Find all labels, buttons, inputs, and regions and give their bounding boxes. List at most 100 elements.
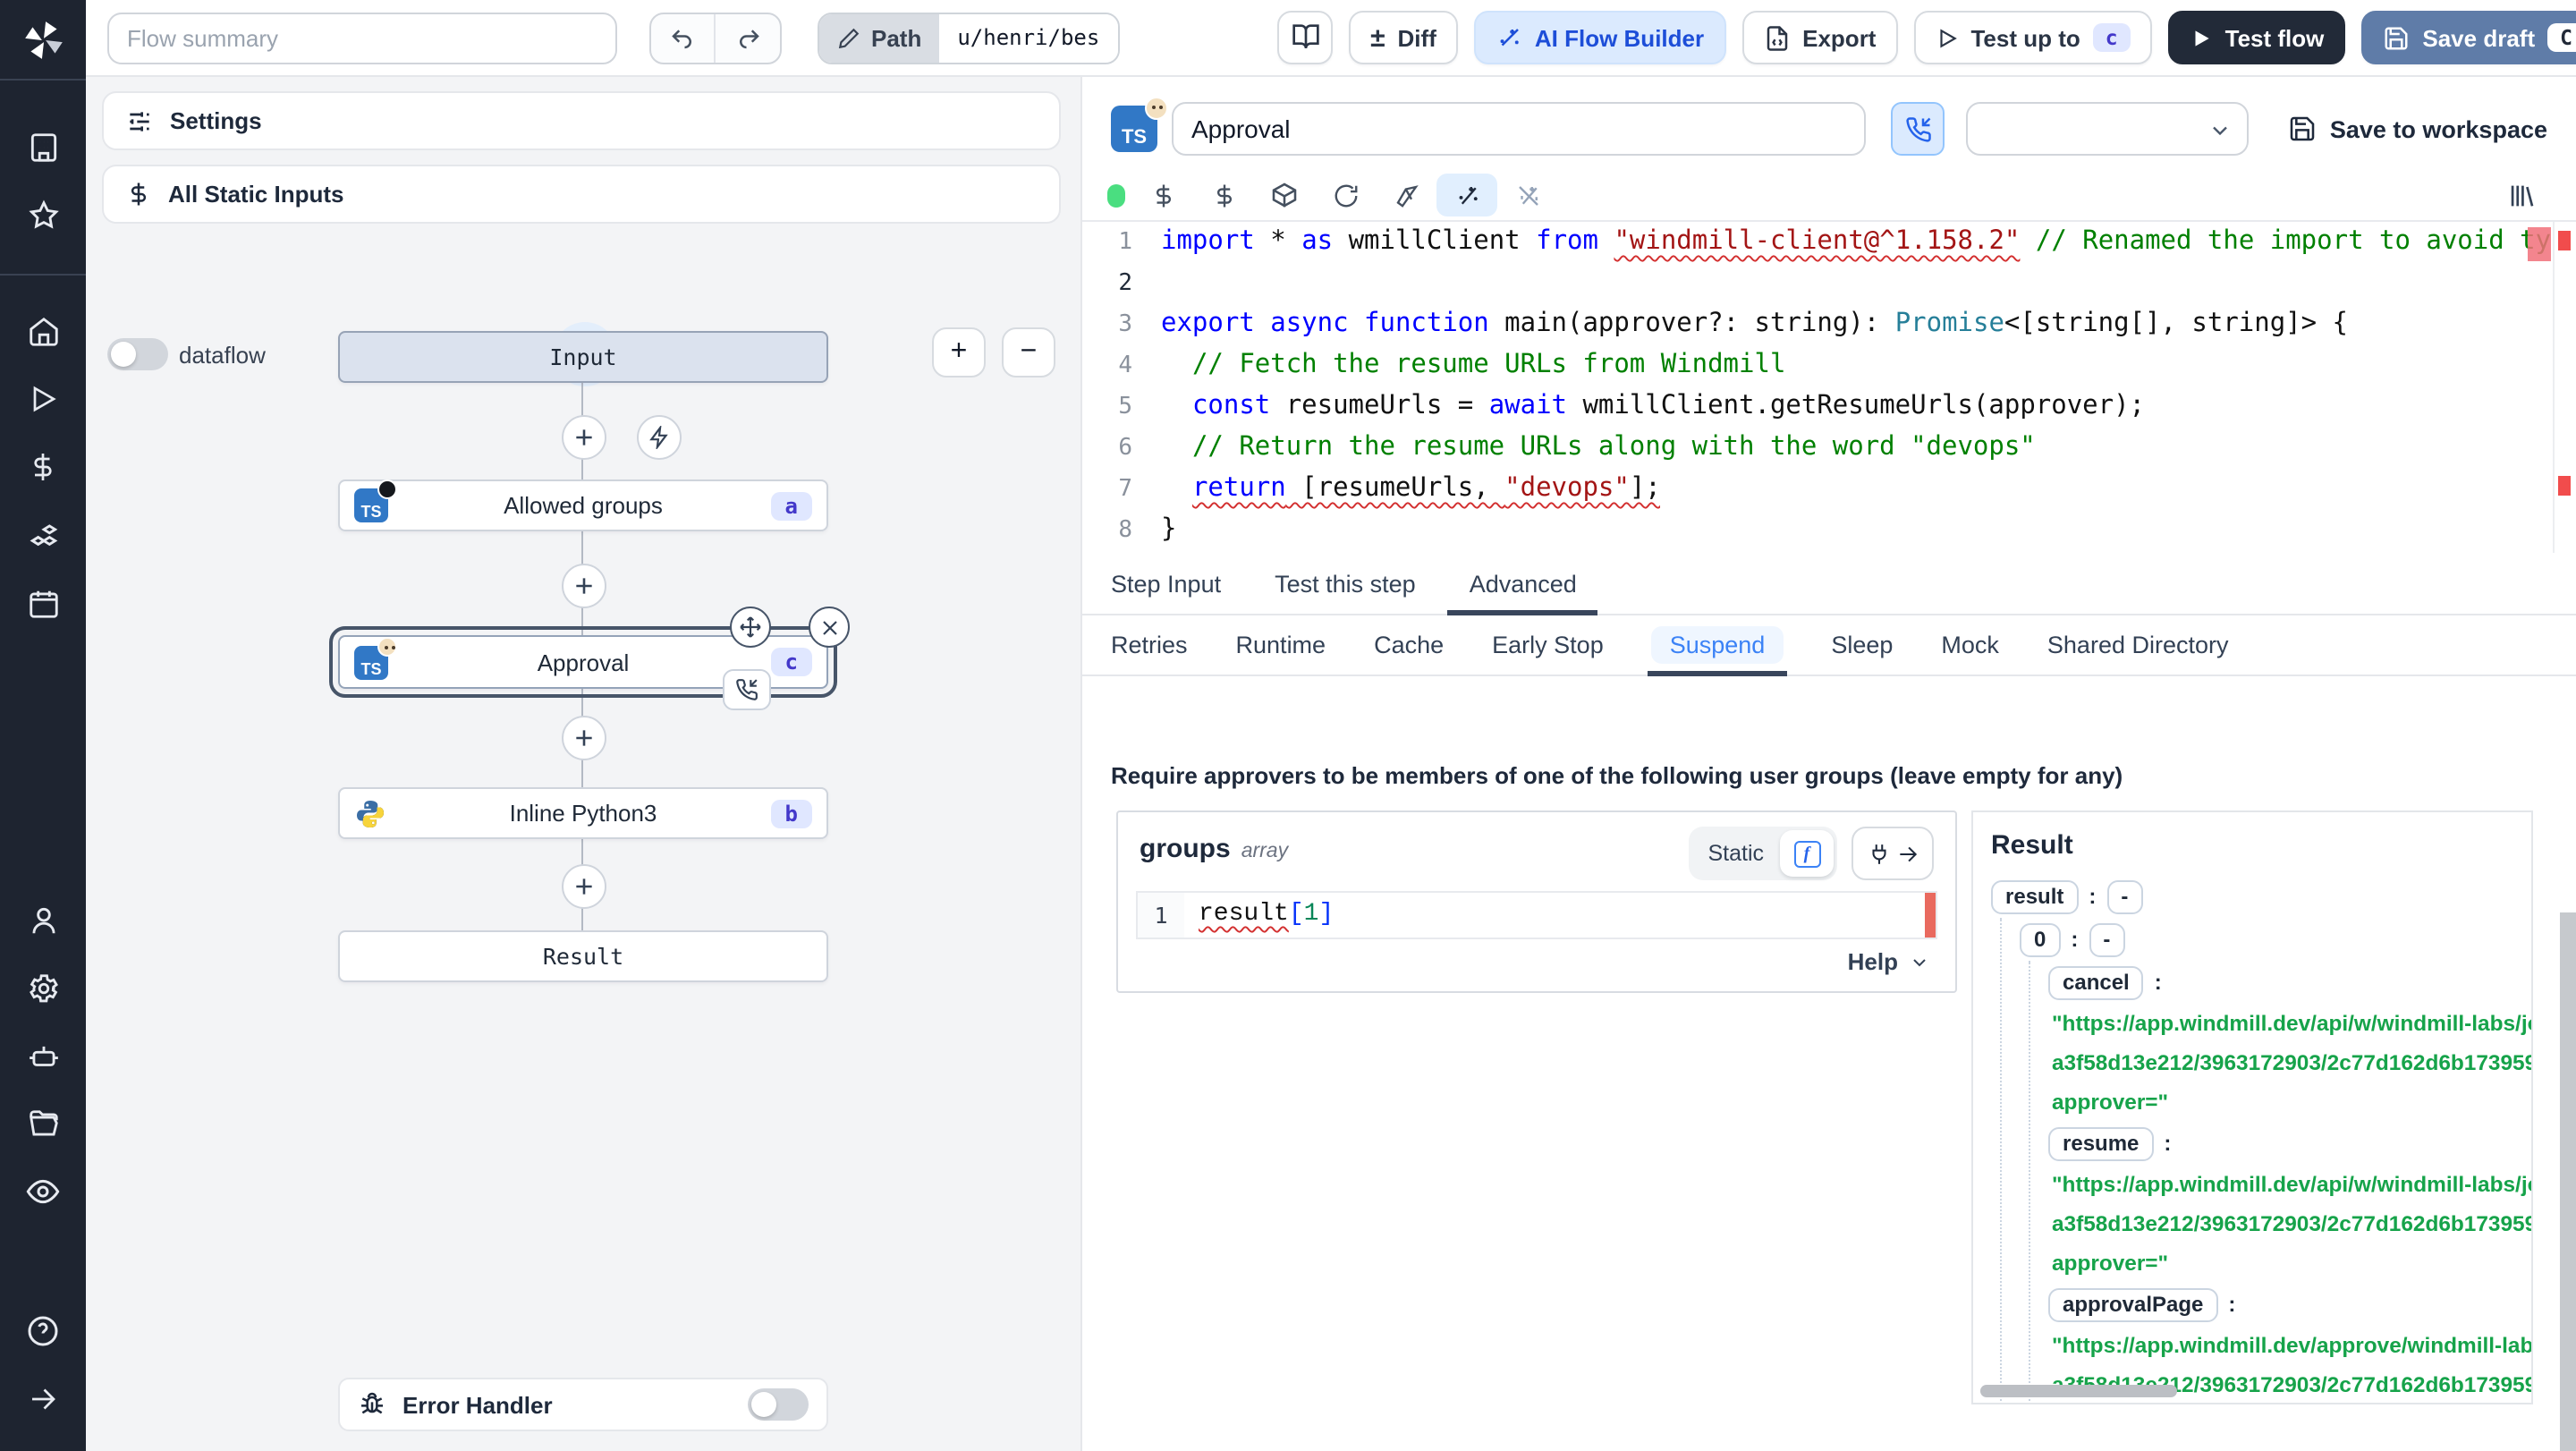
- json-key-result[interactable]: result: [1991, 879, 2079, 913]
- sidebar-item-users[interactable]: [0, 886, 86, 954]
- sidebar-item-favorites[interactable]: [0, 181, 86, 249]
- sidebar-item-workspace[interactable]: [0, 113, 86, 181]
- windmill-logo-icon[interactable]: [0, 0, 86, 79]
- insert-trigger-button[interactable]: [637, 415, 682, 460]
- tab-label: Retries: [1111, 632, 1188, 658]
- close-icon: [822, 620, 836, 634]
- sidebar-item-home[interactable]: [0, 297, 86, 365]
- script-version-select[interactable]: [1966, 102, 2249, 156]
- reload-icon[interactable]: [1315, 182, 1376, 208]
- insert-step-button[interactable]: [562, 864, 606, 909]
- undo-button[interactable]: [651, 13, 716, 62]
- diff-button[interactable]: ± Diff: [1349, 11, 1458, 64]
- sidebar-item-settings[interactable]: [0, 954, 86, 1022]
- sidebar-item-schedules[interactable]: [0, 569, 86, 637]
- subtab-cache[interactable]: Cache: [1374, 615, 1444, 675]
- flow-node-input[interactable]: Input: [338, 331, 828, 383]
- test-flow-button[interactable]: Test flow: [2167, 11, 2346, 64]
- suspend-phone-badge[interactable]: [723, 669, 771, 710]
- resources-dollar-icon[interactable]: [1193, 182, 1254, 208]
- zoom-in-button[interactable]: +: [932, 327, 986, 378]
- save-draft-button[interactable]: Save draft C: [2361, 11, 2576, 64]
- package-icon[interactable]: [1254, 181, 1315, 209]
- code-line: 1 import * as wmillClient from "windmill-…: [1082, 222, 2576, 263]
- docs-button[interactable]: [1277, 11, 1334, 64]
- flow-node-result[interactable]: Result: [338, 930, 828, 982]
- code-editor[interactable]: 1 import * as wmillClient from "windmill-…: [1082, 220, 2576, 553]
- vertical-scrollbar[interactable]: [2560, 912, 2576, 1451]
- flow-node-allowed-groups[interactable]: TS Allowed groups a: [338, 479, 828, 531]
- json-key-0[interactable]: 0: [2020, 922, 2061, 956]
- sliders-icon: [130, 111, 149, 131]
- tab-label: Early Stop: [1492, 632, 1604, 658]
- ai-assist-off-icon[interactable]: [1497, 182, 1558, 208]
- sidebar-divider: [0, 274, 86, 276]
- save-to-workspace-button[interactable]: Save to workspace: [2289, 115, 2547, 143]
- path-group[interactable]: Path u/henri/bes: [818, 12, 1120, 64]
- export-button[interactable]: Export: [1741, 11, 1898, 64]
- connect-input-button[interactable]: [1852, 827, 1934, 880]
- editor-overview-ruler[interactable]: [2553, 222, 2576, 553]
- collapse-button[interactable]: -: [2106, 879, 2143, 913]
- insert-step-button[interactable]: [562, 415, 606, 460]
- subtab-runtime[interactable]: Runtime: [1236, 615, 1326, 675]
- format-tag-icon[interactable]: [1376, 182, 1436, 208]
- error-handler-toggle[interactable]: [748, 1388, 809, 1421]
- tab-step-input[interactable]: Step Input: [1111, 555, 1221, 614]
- subtab-early-stop[interactable]: Early Stop: [1492, 615, 1604, 675]
- insert-step-button[interactable]: [562, 564, 606, 608]
- sidebar-item-folders[interactable]: [0, 1090, 86, 1158]
- sidebar-item-help[interactable]: [0, 1297, 86, 1365]
- help-toggle[interactable]: Help: [1848, 948, 1930, 975]
- redo-button[interactable]: [716, 13, 780, 62]
- json-key-cancel[interactable]: cancel: [2048, 965, 2144, 999]
- test-up-to-button[interactable]: Test up to c: [1913, 11, 2152, 64]
- move-node-button[interactable]: [730, 607, 771, 648]
- static-option[interactable]: Static: [1691, 841, 1780, 866]
- sidebar-item-variables[interactable]: [0, 433, 86, 501]
- subtab-mock[interactable]: Mock: [1941, 615, 1999, 675]
- step-editor-panel: TS Save to workspace: [1082, 77, 2576, 1451]
- flow-node-inline-python3[interactable]: Inline Python3 b: [338, 787, 828, 839]
- suspend-phone-button[interactable]: [1891, 102, 1945, 156]
- fx-option-selected[interactable]: f: [1780, 830, 1834, 877]
- insert-step-button[interactable]: [562, 716, 606, 760]
- save-icon: [2385, 26, 2408, 49]
- diff-label: Diff: [1397, 24, 1436, 51]
- subtab-suspend[interactable]: Suspend: [1648, 615, 1787, 676]
- collapse-button[interactable]: -: [2089, 922, 2125, 956]
- subtab-sleep[interactable]: Sleep: [1831, 615, 1893, 675]
- static-fx-segmented-control[interactable]: Static f: [1688, 827, 1837, 880]
- sidebar-item-runs[interactable]: [0, 365, 86, 433]
- tab-advanced[interactable]: Advanced: [1447, 555, 1598, 615]
- json-key-approvalPage[interactable]: approvalPage: [2048, 1287, 2218, 1321]
- flow-settings-row[interactable]: Settings: [102, 91, 1061, 150]
- tab-test-this-step[interactable]: Test this step: [1275, 555, 1416, 614]
- json-key-resume[interactable]: resume: [2048, 1126, 2154, 1160]
- variables-icon[interactable]: [1132, 182, 1193, 208]
- path-edit-segment[interactable]: Path: [819, 13, 940, 62]
- dataflow-toggle[interactable]: [107, 338, 168, 370]
- library-icon[interactable]: [2490, 180, 2551, 210]
- zoom-out-button[interactable]: −: [1002, 327, 1055, 378]
- subtab-retries[interactable]: Retries: [1111, 615, 1188, 675]
- step-name-input[interactable]: [1172, 102, 1866, 156]
- subtab-shared-directory[interactable]: Shared Directory: [2047, 615, 2229, 675]
- ai-assist-wand-icon[interactable]: [1436, 174, 1497, 216]
- sidebar-collapse-arrow-icon[interactable]: [0, 1365, 86, 1433]
- delete-node-button[interactable]: [809, 607, 850, 648]
- phone-incoming-icon: [1905, 116, 1930, 141]
- sidebar-item-resources[interactable]: [0, 501, 86, 569]
- groups-expression-editor[interactable]: 1 result[1]: [1136, 891, 1937, 939]
- error-handler-row[interactable]: Error Handler: [338, 1378, 828, 1431]
- field-type: array: [1241, 841, 1289, 862]
- horizontal-scrollbar[interactable]: [1980, 1385, 2177, 1397]
- flow-summary-input[interactable]: [107, 12, 617, 64]
- play-outline-icon: [1939, 28, 1957, 47]
- ai-flow-builder-button[interactable]: AI Flow Builder: [1473, 11, 1726, 64]
- sidebar-item-workers[interactable]: [0, 1022, 86, 1090]
- app-sidebar: [0, 0, 86, 1451]
- all-static-inputs-row[interactable]: All Static Inputs: [102, 165, 1061, 224]
- sidebar-item-audit-logs[interactable]: [0, 1158, 86, 1226]
- code-line: 3 export async function main(approver?: s…: [1082, 304, 2576, 345]
